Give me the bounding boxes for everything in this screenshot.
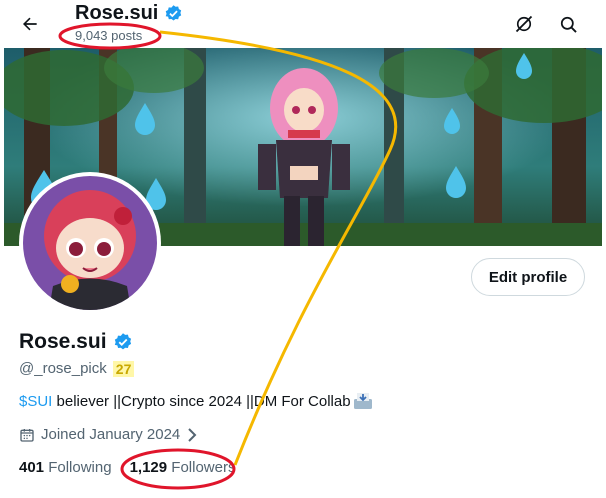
- joined-date: Joined January 2024: [41, 426, 181, 443]
- bio-cashtag-link[interactable]: $SUI: [19, 393, 52, 410]
- profile-handle-row: @_rose_pick 27: [19, 360, 135, 377]
- verified-badge-icon: [166, 5, 182, 21]
- calendar-icon: [20, 428, 34, 442]
- followers-link[interactable]: 1,129 Followers: [130, 459, 236, 476]
- arrow-left-icon: [23, 17, 37, 31]
- profile-bio: $SUI believer ||Crypto since 2024 ||DM F…: [19, 392, 373, 410]
- profile-handle: @_rose_pick: [19, 360, 107, 377]
- inbox-tray-icon: [353, 393, 372, 409]
- followers-label: Followers: [171, 459, 236, 476]
- chevron-right-icon: [188, 427, 197, 442]
- search-icon: [560, 16, 577, 33]
- edit-profile-button[interactable]: Edit profile: [471, 258, 585, 296]
- posts-count: 9,043 posts: [75, 28, 143, 43]
- header-title: Rose.sui: [75, 2, 183, 25]
- bio-text: believer ||Crypto since 2024 ||DM For Co…: [52, 392, 351, 410]
- back-button[interactable]: [14, 8, 46, 40]
- header-name: Rose.sui: [75, 2, 159, 24]
- handle-badge: 27: [112, 360, 135, 377]
- search-button[interactable]: [552, 8, 584, 40]
- following-count: 401: [19, 459, 45, 476]
- grok-icon: [515, 15, 533, 33]
- top-bar: Rose.sui 9,043 posts: [0, 0, 606, 48]
- joined-date-row[interactable]: Joined January 2024: [19, 426, 198, 443]
- avatar-image: [23, 176, 157, 310]
- followers-count: 1,129: [129, 459, 168, 476]
- profile-avatar[interactable]: [19, 172, 161, 314]
- profile-name-row: Rose.sui: [19, 330, 133, 354]
- profile-display-name: Rose.sui: [19, 330, 107, 353]
- verified-badge-icon[interactable]: [113, 332, 133, 352]
- follow-stats: 401 Following 1,129 Followers: [19, 459, 235, 476]
- grok-button[interactable]: [508, 8, 540, 40]
- following-label: Following: [48, 459, 112, 476]
- following-link[interactable]: 401 Following: [19, 459, 112, 476]
